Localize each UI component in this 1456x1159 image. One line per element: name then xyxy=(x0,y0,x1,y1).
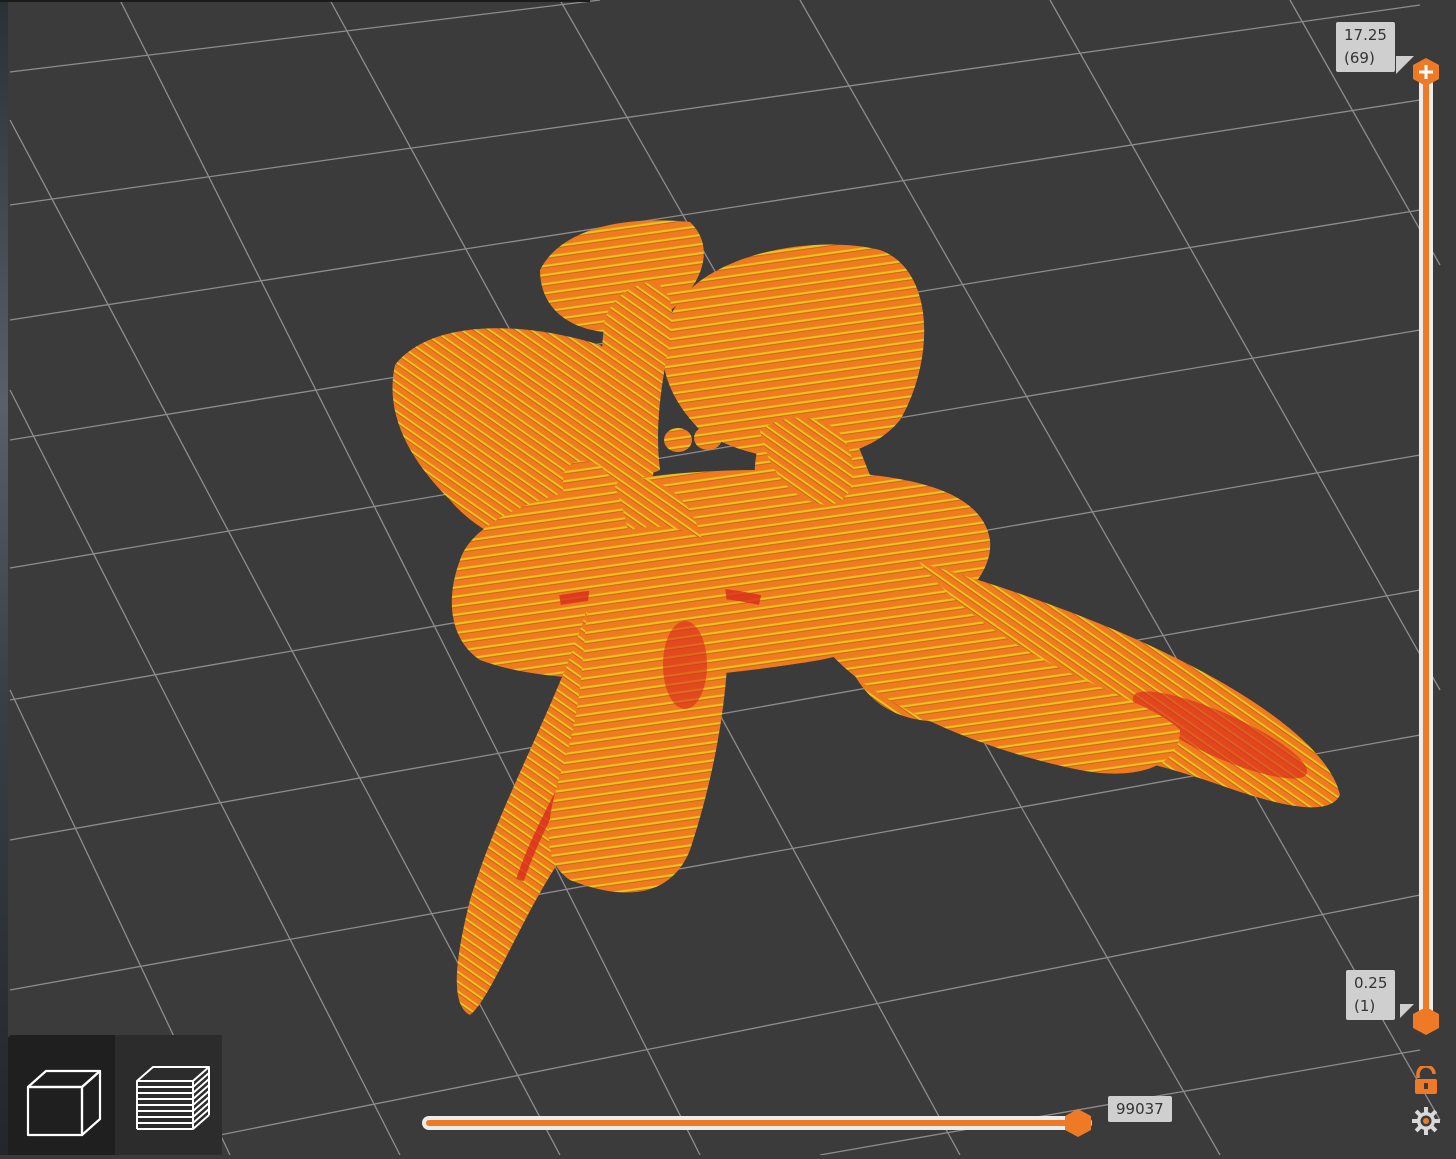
view-3d-button[interactable] xyxy=(8,1035,115,1155)
layers-icon xyxy=(136,1066,210,1130)
move-slider-handle[interactable] xyxy=(1063,1108,1093,1138)
view-mode-panel xyxy=(8,1035,222,1155)
column xyxy=(601,282,673,474)
move-slider-value: 99037 xyxy=(1108,1096,1172,1122)
top-height-value: 17.25 xyxy=(1344,26,1387,44)
preview-layers-button[interactable] xyxy=(115,1035,222,1155)
layer-slider-top-label: 17.25 (69) xyxy=(1336,22,1395,72)
window-top-edge xyxy=(0,0,590,2)
3d-viewport[interactable] xyxy=(0,0,1456,1155)
desktop-edge xyxy=(0,0,8,1155)
bottom-layer-number: (1) xyxy=(1354,997,1376,1015)
flower-model xyxy=(392,220,1340,1016)
bottom-height-value: 0.25 xyxy=(1354,974,1388,992)
gear-icon[interactable] xyxy=(1410,1105,1442,1137)
hexagon-handle-icon[interactable] xyxy=(1411,1006,1441,1036)
move-slider-range xyxy=(426,1120,1078,1126)
layer-slider-range xyxy=(1423,72,1429,1022)
anther-knobs xyxy=(664,426,722,452)
layer-slider-bottom-label: 0.25 (1) xyxy=(1346,970,1396,1020)
top-layer-number: (69) xyxy=(1344,49,1375,67)
unlock-icon[interactable] xyxy=(1412,1066,1440,1096)
plus-icon[interactable] xyxy=(1411,57,1441,87)
cube-icon xyxy=(26,1069,102,1137)
